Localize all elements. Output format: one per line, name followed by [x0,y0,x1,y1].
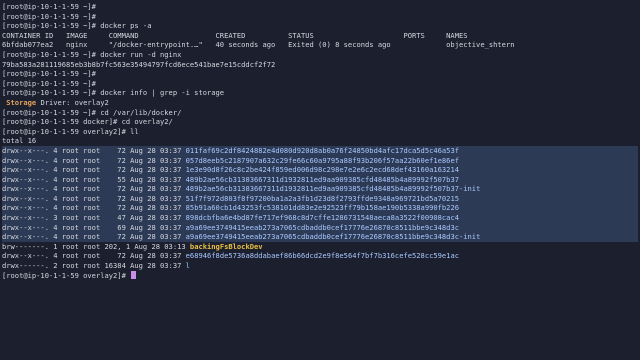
terminal-line: drwx--x---. 4 root root 72 Aug 28 03:37 … [2,155,638,166]
terminal-text: [root@ip-10-1-1-59 ~]# docker info | gre… [2,88,225,98]
terminal-line: drwx--x---. 4 root root 72 Aug 28 03:37 … [2,145,638,156]
terminal-line: [root@ip-10-1-1-59 ~]# [2,69,638,79]
terminal-line: drwx--x---. 4 root root 72 Aug 28 03:37 … [2,251,638,261]
terminal-text: [root@ip-10-1-1-59 ~]# [2,2,96,11]
terminal-text: a9a69ee3749415eeab273a7065cdbaddb0cef177… [185,222,459,232]
terminal-text: drwx--x---. 4 root root 55 Aug 28 03:37 [2,174,186,184]
terminal-line: [root@ip-10-1-1-59 ~]# docker run -d ngi… [2,50,638,60]
terminal-text: [root@ip-10-1-1-59 ~]# [2,11,96,21]
terminal-line: drwx--x---. 4 root root 72 Aug 28 03:37 … [2,232,638,242]
terminal-text: 011faf69c2df8424882e4d080d920d8ab0a76f24… [185,145,459,155]
terminal-text: backingFsBlockDev [189,241,263,251]
terminal-text: drwx--x---. 4 root root 72 Aug 28 03:37 [2,193,186,203]
terminal-text: [root@ip-10-1-1-59 ~]# docker run -d ngi… [2,49,182,59]
terminal-line: [root@ip-10-1-1-59 ~]# docker ps -a [2,21,638,31]
terminal-line: drwx--x---. 3 root root 47 Aug 28 03:37 … [2,213,638,223]
terminal-line: drwx--x---. 4 root root 72 Aug 28 03:37 … [2,193,638,204]
active-prompt-line: [root@ip-10-1-1-59 overlay2]# [2,270,638,281]
terminal-text: e68946f8de5736a8ddabaef86b66dcd2e9f8e564… [185,251,459,261]
terminal-text: 898dcbfba6e4bd87fe717ef968c8d7cffe128673… [185,213,459,223]
terminal-line: [root@ip-10-1-1-59 ~]# [2,2,638,12]
terminal-text: drwx--x---. 3 root root 47 Aug 28 03:37 [2,213,186,223]
terminal-line: Storage Driver: overlay2 [2,98,638,108]
terminal-line: brw-------. 1 root root 202, 1 Aug 28 03… [2,242,638,252]
terminal-line: total 16 [2,136,638,146]
terminal-line: [root@ip-10-1-1-59 ~]# cd /var/lib/docke… [2,108,638,118]
terminal-text: total 16 [2,136,37,146]
terminal-text: 489b2ae56cb31383667311d1932811ed9aa90938… [185,174,459,184]
terminal-text: [root@ip-10-1-1-59 ~]# [2,69,96,79]
terminal-text: [root@ip-10-1-1-59 ~]# [2,78,96,88]
terminal-line: 79ba583a281119685eb3b8b7fc563e35494797fc… [2,60,638,70]
terminal-text: drwx--x---. 4 root root 72 Aug 28 03:37 [2,184,186,194]
terminal-text: CONTAINER ID IMAGE COMMAND CREATED STATU… [2,30,468,40]
terminal-line: drwx--x---. 4 root root 72 Aug 28 03:37 … [2,165,638,175]
terminal-line: CONTAINER ID IMAGE COMMAND CREATED STATU… [2,31,638,41]
terminal-text: [root@ip-10-1-1-59 ~]# docker ps -a [2,21,152,31]
terminal-text: 79ba583a281119685eb3b8b7fc563e35494797fc… [2,59,276,69]
terminal-text: [root@ip-10-1-1-59 docker]# cd overlay2/ [2,117,173,127]
terminal-text: drwx--x---. 4 root root 72 Aug 28 03:37 [2,165,186,175]
terminal-text: l [185,261,190,271]
terminal-text: drwx------. 2 root root 16384 Aug 28 03:… [2,261,186,271]
terminal-text: [root@ip-10-1-1-59 overlay2]# ll [2,126,139,136]
terminal-text: drwx--x---. 4 root root 72 Aug 28 03:37 [2,145,186,155]
terminal-text: [root@ip-10-1-1-59 overlay2]# [2,270,131,280]
terminal-text: a9a69ee3749415eeab273a7065cdbaddb0cef177… [185,232,481,242]
terminal-line: drwx--x---. 4 root root 69 Aug 28 03:37 … [2,222,638,233]
terminal-line: drwx--x---. 4 root root 55 Aug 28 03:37 … [2,174,638,185]
terminal-line: [root@ip-10-1-1-59 ~]# [2,79,638,89]
terminal-line: drwx--x---. 4 root root 72 Aug 28 03:37 … [2,184,638,194]
terminal-text: Storage [2,97,37,107]
terminal-text: 057d8eeb5c2187907a632c29fe66c60a9795a88f… [185,155,459,165]
terminal-line: 6bfdab077ea2 nginx "/docker-entrypoint.…… [2,40,638,50]
terminal-line: [root@ip-10-1-1-59 ~]# [2,12,638,22]
terminal-line: drwx------. 2 root root 16384 Aug 28 03:… [2,261,638,271]
terminal-line: drwx--x---. 4 root root 72 Aug 28 03:37 … [2,203,638,214]
terminal-text: drwx--x---. 4 root root 72 Aug 28 03:37 [2,251,186,261]
terminal-line: [root@ip-10-1-1-59 overlay2]# ll [2,127,638,137]
terminal-text: Driver: overlay2 [36,97,109,107]
terminal-text: drwx--x---. 4 root root 69 Aug 28 03:37 [2,222,186,232]
terminal-text: drwx--x---. 4 root root 72 Aug 28 03:37 [2,155,186,165]
terminal-line: [root@ip-10-1-1-59 docker]# cd overlay2/ [2,117,638,127]
text-cursor[interactable] [131,270,137,279]
terminal-text: 1e3e90d8f26c8c2be424f859ed006d98c298e7e2… [185,165,459,175]
terminal-text: brw-------. 1 root root 202, 1 Aug 28 03… [2,241,190,251]
terminal-window[interactable]: [root@ip-10-1-1-59 ~]# [root@ip-10-1-1-59… [0,0,640,360]
terminal-text: 6bfdab077ea2 nginx "/docker-entrypoint.…… [2,40,515,50]
terminal-text: drwx--x---. 4 root root 72 Aug 28 03:37 [2,203,186,213]
terminal-text: 85b91a60cb1d43253fc538101dd83e2e92523ff7… [185,203,459,213]
terminal-line: [root@ip-10-1-1-59 ~]# docker info | gre… [2,88,638,98]
terminal-text: drwx--x---. 4 root root 72 Aug 28 03:37 [2,232,186,242]
terminal-text: [root@ip-10-1-1-59 ~]# cd /var/lib/docke… [2,107,182,117]
terminal-text: 51f7f972d803f8f97200ba1a2a3fb1d23d8f2793… [185,193,459,203]
terminal-text: 489b2ae56cb31383667311d1932811ed9aa90938… [185,184,481,194]
